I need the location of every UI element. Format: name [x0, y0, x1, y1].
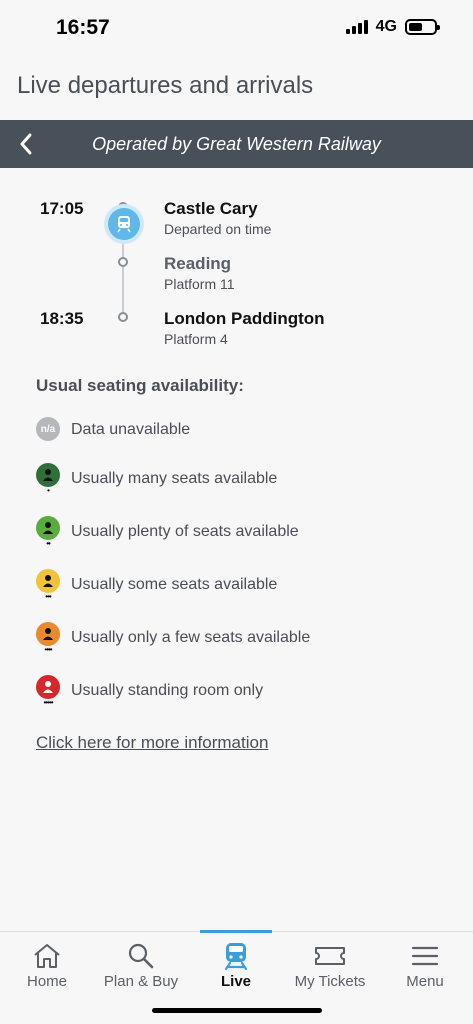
ticket-icon: [314, 942, 346, 970]
status-indicators: 4G: [345, 18, 440, 36]
nav-plan-buy[interactable]: Plan & Buy: [94, 932, 188, 1002]
nav-home[interactable]: Home: [0, 932, 94, 1002]
nav-label: Menu: [406, 973, 444, 990]
network-type: 4G: [375, 18, 397, 35]
seat-occupancy-icon: •••••: [36, 675, 60, 707]
chevron-left-icon: [20, 133, 32, 155]
legend-label: Usually some seats available: [71, 576, 278, 593]
nav-label: Plan & Buy: [103, 973, 179, 990]
person-icon: [36, 675, 60, 699]
more-info-link[interactable]: Click here for more information: [36, 733, 268, 753]
menu-icon: [411, 942, 439, 970]
stop-time: 18:35: [40, 309, 84, 328]
signal-icon: [345, 20, 368, 34]
seat-occupancy-icon: ••: [36, 516, 60, 548]
na-badge-icon: n/a: [36, 417, 60, 449]
status-bar: 16:57 4G: [0, 0, 473, 60]
stop-status: Departed on time: [164, 221, 272, 237]
legend-label: Usually standing room only: [71, 682, 264, 699]
nav-label: My Tickets: [294, 973, 366, 990]
seat-occupancy-icon: ••••: [36, 622, 60, 654]
legend-item: n/a Data unavailable: [36, 417, 456, 447]
timeline-node: [118, 257, 128, 267]
person-icon: [36, 622, 60, 646]
person-icon: [36, 463, 60, 487]
seat-occupancy-icon: •••: [36, 569, 60, 601]
nav-label: Home: [26, 973, 67, 990]
legend-item: ••• Usually some seats available: [36, 569, 456, 601]
stop-name: London Paddington: [164, 309, 325, 328]
train-position-icon: [108, 208, 140, 240]
legend-item: ••••• Usually standing room only: [36, 675, 456, 707]
home-indicator: [152, 1008, 322, 1013]
legend-item: •••• Usually only a few seats available: [36, 622, 456, 654]
journey-timeline: 17:05 Castle Cary Departed on time Readi…: [0, 190, 473, 360]
timeline-node: [118, 312, 128, 322]
page-title: Live departures and arrivals: [17, 72, 314, 99]
person-icon: [36, 569, 60, 593]
na-badge: n/a: [36, 417, 60, 441]
person-icon: [36, 516, 60, 540]
nav-menu[interactable]: Menu: [378, 932, 472, 1002]
stop-platform: Platform 11: [164, 276, 235, 292]
search-icon: [127, 942, 155, 970]
stop-time: 17:05: [40, 199, 84, 218]
legend-item: • Usually many seats available: [36, 463, 456, 495]
stop-platform: Platform 4: [164, 331, 228, 347]
train-icon: [223, 942, 249, 971]
legend-label: Usually plenty of seats available: [71, 523, 299, 540]
back-button[interactable]: [12, 130, 40, 158]
legend-item: •• Usually plenty of seats available: [36, 516, 456, 548]
legend-label: Usually only a few seats available: [71, 629, 311, 646]
home-icon: [32, 942, 62, 970]
battery-icon: [405, 19, 440, 35]
operator-label: Operated by Great Western Railway: [92, 133, 381, 154]
nav-live[interactable]: Live: [189, 932, 283, 1002]
status-time: 16:57: [56, 16, 110, 39]
operator-header: Operated by Great Western Railway: [0, 120, 473, 168]
seating-title: Usual seating availability:: [36, 376, 244, 395]
legend-label: Data unavailable: [71, 421, 191, 438]
nav-my-tickets[interactable]: My Tickets: [283, 932, 377, 1002]
stop-name: Reading: [164, 254, 232, 273]
legend-label: Usually many seats available: [71, 470, 278, 487]
stop-name: Castle Cary: [164, 199, 258, 218]
seat-occupancy-icon: •: [36, 463, 60, 495]
nav-label: Live: [220, 973, 251, 990]
